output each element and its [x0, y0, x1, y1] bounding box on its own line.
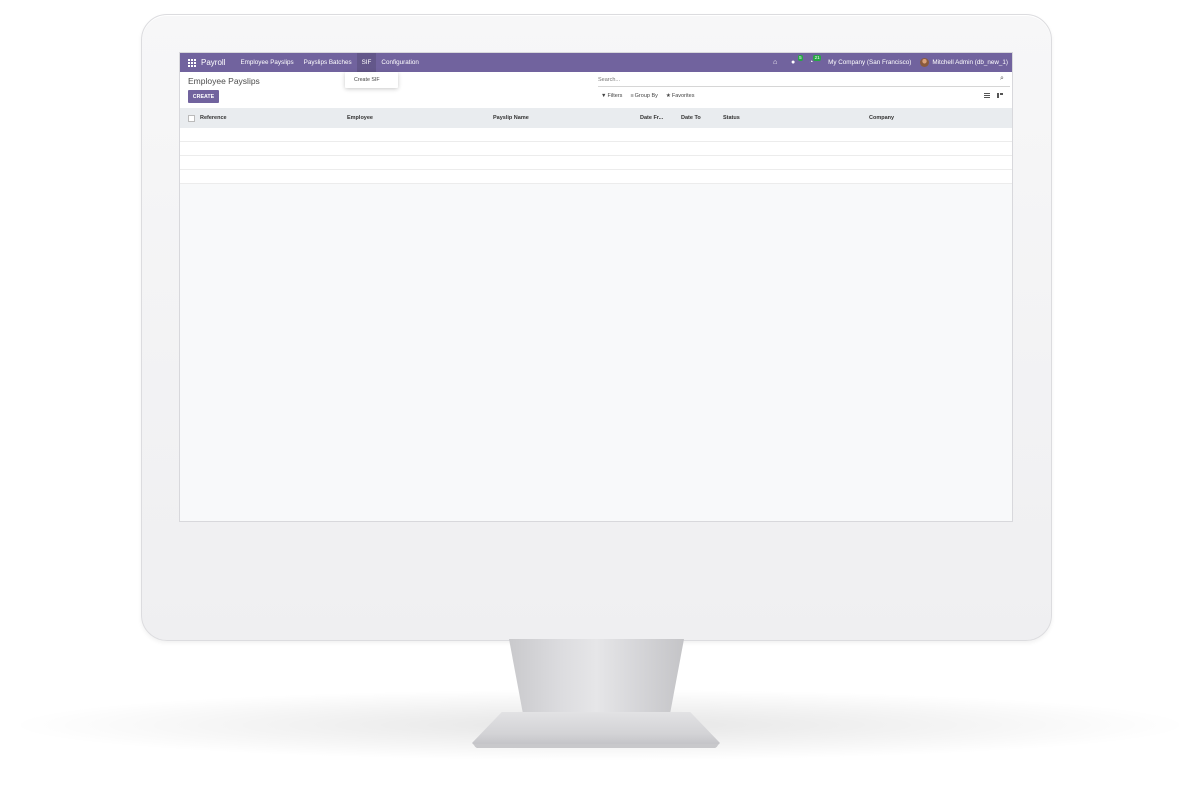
menu-payslips-batches[interactable]: Payslips Batches [299, 53, 357, 72]
star-icon: ★ [665, 93, 671, 99]
select-all-checkbox[interactable] [188, 115, 195, 122]
column-employee[interactable]: Employee [347, 115, 373, 121]
monitor-stand-edge [474, 744, 718, 748]
menu-configuration[interactable]: Configuration [376, 53, 423, 72]
table-row [180, 142, 1012, 156]
create-sif-menu-item[interactable]: Create SIF [354, 77, 380, 83]
activity-clock-icon[interactable]: ◔ 21 [805, 53, 822, 72]
column-date-to[interactable]: Date To [681, 115, 701, 121]
search-options: ▼ Filters ≡ Group By ★ Favorites [601, 93, 694, 99]
user-avatar[interactable] [920, 58, 930, 67]
menu-sif[interactable]: SIF [356, 53, 377, 72]
column-status[interactable]: Status [723, 115, 740, 121]
kanban-view-icon[interactable] [997, 93, 1003, 98]
filter-icon: ▼ [601, 93, 607, 99]
navbar-systray: ⌂ ● 5 ◔ 21 My Company (San Francisco) Mi… [766, 53, 1012, 72]
list-view-icon[interactable] [984, 93, 990, 98]
column-company[interactable]: Company [869, 115, 894, 121]
screen: Payroll Employee Payslips Payslips Batch… [179, 52, 1013, 522]
breadcrumb: Employee Payslips [188, 76, 260, 86]
filters-button[interactable]: ▼ Filters [601, 93, 622, 99]
layers-icon: ≡ [630, 93, 634, 99]
table-header: Reference Employee Payslip Name Date Fr.… [180, 108, 1012, 128]
search-input[interactable] [598, 74, 1010, 87]
company-switcher[interactable]: My Company (San Francisco) [828, 59, 911, 66]
favorites-label: Favorites [671, 93, 695, 99]
group-by-button[interactable]: ≡ Group By [630, 93, 657, 99]
search-icon[interactable]: ⌕ [1000, 75, 1004, 83]
monitor-stand-neck [509, 639, 684, 714]
create-button[interactable]: CREATE [188, 90, 219, 103]
view-switcher [984, 93, 1003, 98]
home-icon[interactable]: ⌂ [769, 53, 781, 72]
activity-badge: 21 [813, 55, 822, 61]
user-menu[interactable]: Mitchell Admin (db_new_1) [932, 59, 1008, 66]
apps-menu-icon[interactable] [188, 58, 196, 67]
table-row [180, 128, 1012, 142]
column-date-from[interactable]: Date Fr... [640, 115, 663, 121]
top-navbar: Payroll Employee Payslips Payslips Batch… [180, 53, 1012, 72]
menu-employee-payslips[interactable]: Employee Payslips [235, 53, 298, 72]
column-reference[interactable]: Reference [200, 115, 227, 121]
chat-icon[interactable]: ● 5 [787, 53, 804, 72]
table-row [180, 156, 1012, 170]
sif-dropdown-menu: Create SIF [345, 72, 398, 88]
column-payslip-name[interactable]: Payslip Name [493, 115, 529, 121]
chat-badge: 5 [797, 55, 804, 61]
favorites-button[interactable]: ★ Favorites [666, 93, 695, 99]
table-row [180, 170, 1012, 184]
control-panel: Employee Payslips CREATE ⌕ ▼ Filters ≡ G… [180, 72, 1012, 109]
filters-label: Filters [607, 93, 623, 99]
app-brand[interactable]: Payroll [201, 58, 225, 67]
monitor-stand-base [472, 712, 720, 748]
group-by-label: Group By [634, 93, 658, 99]
